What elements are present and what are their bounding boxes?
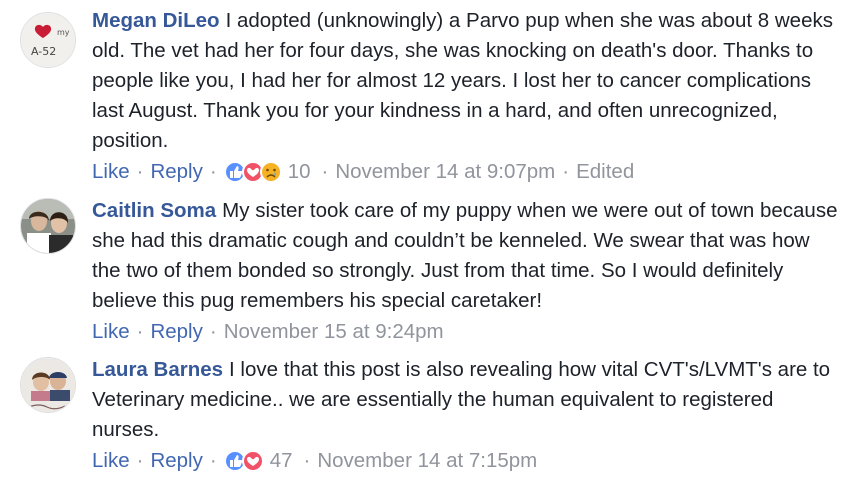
reactions[interactable]: 47 [223, 446, 293, 476]
svg-text:A-52: A-52 [31, 45, 56, 58]
like-link[interactable]: Like [92, 317, 130, 347]
comment-text: Megan DiLeo I adopted (unknowingly) a Par… [92, 6, 840, 156]
like-link[interactable]: Like [92, 446, 130, 476]
separator: · [209, 449, 217, 472]
avatar-image [21, 358, 75, 412]
comment-laura-barnes: Laura Barnes I love that this post is als… [20, 355, 840, 476]
reply-link[interactable]: Reply [150, 446, 202, 476]
separator: · [303, 449, 311, 472]
avatar-image [21, 199, 75, 253]
reply-link[interactable]: Reply [150, 317, 202, 347]
timestamp[interactable]: November 14 at 7:15pm [317, 446, 537, 476]
comment-body: Megan DiLeo I adopted (unknowingly) a Par… [92, 6, 840, 187]
avatar[interactable] [20, 198, 76, 254]
author-name[interactable]: Laura Barnes [92, 358, 223, 381]
author-name[interactable]: Caitlin Soma [92, 199, 216, 222]
sad-icon [259, 161, 282, 183]
reactions[interactable]: 10 [223, 157, 311, 187]
avatar[interactable]: my A-52 [20, 12, 76, 68]
reaction-count: 47 [269, 449, 293, 472]
comment-megan-dileo: my A-52 Megan DiLeo I adopted (unknowingl… [20, 6, 840, 187]
comment-body: Caitlin Soma My sister took care of my pu… [92, 196, 840, 347]
svg-text:my: my [57, 28, 70, 37]
edited-label[interactable]: Edited [576, 157, 634, 187]
separator: · [136, 449, 144, 472]
avatar[interactable] [20, 357, 76, 413]
reply-link[interactable]: Reply [150, 157, 202, 187]
separator: · [136, 320, 144, 343]
reaction-count: 10 [287, 160, 311, 183]
timestamp[interactable]: November 14 at 9:07pm [335, 157, 555, 187]
separator: · [321, 160, 329, 183]
comment-text: Caitlin Soma My sister took care of my pu… [92, 196, 840, 316]
comment-actions: Like · Reply · November 15 at 9:24pm [92, 317, 840, 347]
like-link[interactable]: Like [92, 157, 130, 187]
avatar-image: my A-52 [21, 13, 75, 67]
comment-actions: Like · Reply · 47 · November 14 at 7:15p… [92, 446, 840, 476]
author-name[interactable]: Megan DiLeo [92, 9, 220, 32]
comment-caitlin-soma: Caitlin Soma My sister took care of my pu… [20, 196, 840, 347]
separator: · [136, 160, 144, 183]
love-icon [241, 450, 264, 472]
separator: · [209, 160, 217, 183]
comment-text: Laura Barnes I love that this post is als… [92, 355, 840, 445]
comment-actions: Like · Reply · 10 · November 14 at 9:07p… [92, 157, 840, 187]
separator: · [562, 160, 570, 183]
separator: · [209, 320, 217, 343]
timestamp[interactable]: November 15 at 9:24pm [224, 317, 444, 347]
comment-body: Laura Barnes I love that this post is als… [92, 355, 840, 476]
